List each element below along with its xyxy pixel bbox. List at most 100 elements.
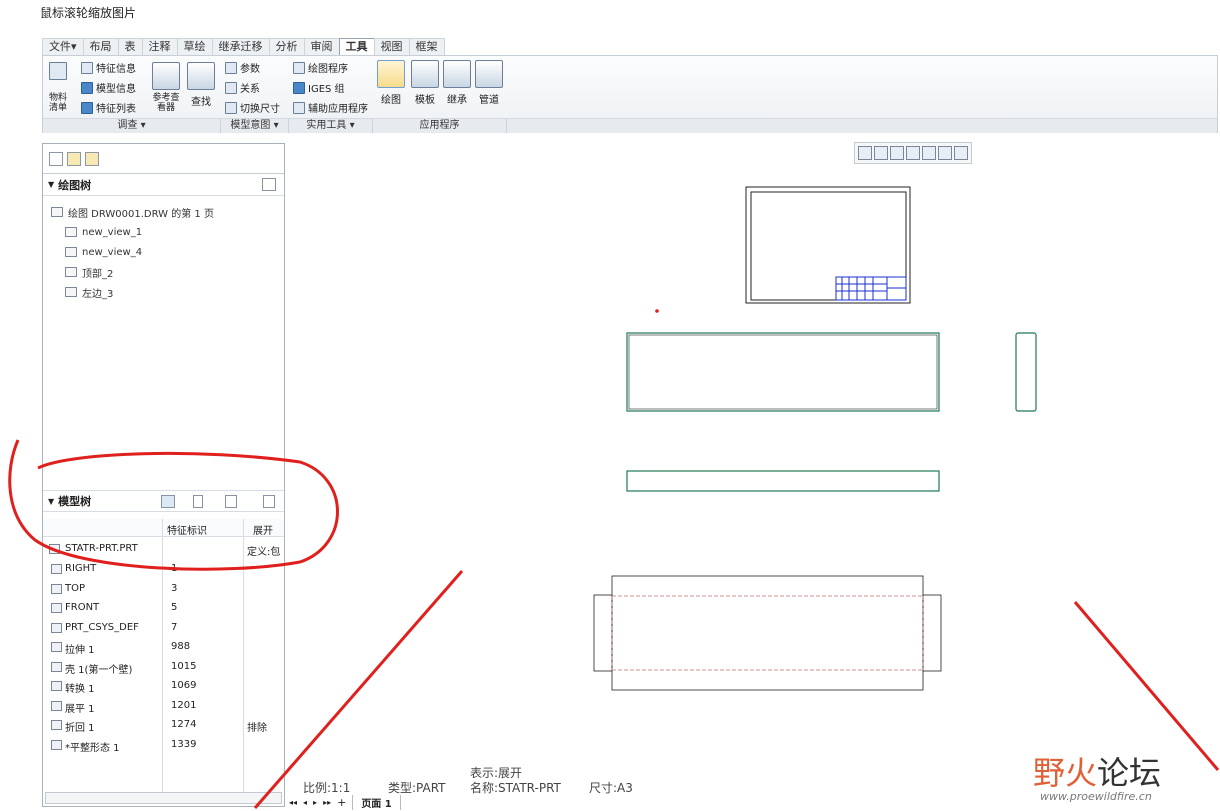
side-view[interactable]: [1015, 332, 1037, 412]
tab-analysis[interactable]: 分析: [268, 38, 305, 55]
show-icon[interactable]: [161, 495, 175, 508]
horizontal-scrollbar[interactable]: [45, 792, 282, 804]
next-page-icon[interactable]: ▸: [313, 798, 317, 807]
aux-apps-button[interactable]: 辅助应用程序: [293, 100, 368, 115]
aux-apps-icon: [293, 101, 305, 114]
page-tab[interactable]: 页面 1: [352, 794, 401, 810]
tab-review[interactable]: 审阅: [303, 38, 340, 55]
tab-sketch[interactable]: 草绘: [176, 38, 213, 55]
add-page-icon[interactable]: +: [337, 796, 346, 809]
projection-view-icon: [65, 287, 77, 297]
feature-name: TOP: [65, 582, 86, 594]
tab-frame[interactable]: 框架: [408, 38, 445, 55]
model-tree-row[interactable]: 折回 1 1274 排除: [43, 715, 284, 735]
feature-id: 1201: [171, 699, 197, 711]
feature-info-label: 特征信息: [96, 64, 136, 75]
drawing-canvas[interactable]: 比例:1:1 类型:PART 表示:展开 名称:STATR-PRT 尺寸:A3: [287, 138, 1220, 807]
tree-settings-icon[interactable]: [262, 178, 276, 191]
scale-readout: 比例:1:1: [303, 781, 351, 795]
tree-columns-icon[interactable]: [225, 495, 237, 508]
prev-page-icon[interactable]: ◂: [303, 798, 307, 807]
tab-view[interactable]: 视图: [373, 38, 410, 55]
group-investigate[interactable]: 调查 ▾: [43, 119, 221, 133]
model-tree-row[interactable]: RIGHT 1: [43, 559, 284, 579]
favorites-tab-icon[interactable]: [85, 151, 99, 166]
model-info-button[interactable]: 模型信息: [81, 80, 136, 95]
feature-list-icon: [81, 101, 93, 114]
bom-button[interactable]: 物料 清单: [49, 62, 67, 113]
relations-button[interactable]: 关系: [225, 80, 260, 95]
template-label: 模板: [415, 95, 435, 106]
tree-settings-icon[interactable]: [193, 495, 203, 508]
ribbon-tabs: 文件▾ 布局 表 注释 草绘 继承迁移 分析 审阅 工具 视图 框架: [42, 38, 445, 55]
model-tree-row[interactable]: *平整形态 1 1339: [43, 735, 284, 755]
model-tree-row[interactable]: TOP 3: [43, 579, 284, 599]
tab-legacy-migration[interactable]: 继承迁移: [211, 38, 270, 55]
column-expand[interactable]: 展开: [253, 522, 273, 537]
model-tree-row[interactable]: 拉伸 1 988: [43, 637, 284, 657]
tab-tools[interactable]: 工具: [338, 38, 375, 55]
find-button[interactable]: 查找: [187, 62, 215, 108]
type-readout: 类型:PART: [388, 781, 446, 795]
folder-browser-tab-icon[interactable]: [67, 151, 81, 166]
relations-label: 关系: [240, 84, 260, 95]
drawing-tree-item-label: 绘图 DRW0001.DRW 的第 1 页: [68, 208, 214, 220]
feature-name: *平整形态 1: [65, 742, 120, 754]
model-tree-row[interactable]: PRT_CSYS_DEF 7: [43, 618, 284, 638]
ribbon-group-labels: 调查 ▾ 模型意图 ▾ 实用工具 ▾ 应用程序: [43, 118, 1217, 133]
reference-viewer-button[interactable]: 参考查看器: [149, 62, 183, 113]
drawing-tree-item[interactable]: new_view_4: [51, 242, 284, 262]
model-tree-row[interactable]: 转换 1 1069: [43, 676, 284, 696]
inherit-button[interactable]: 继承: [443, 60, 471, 106]
drawing-app-icon: [377, 60, 405, 88]
model-tree-root[interactable]: STATR-PRT.PRT 定义:包: [43, 539, 284, 559]
parameters-label: 参数: [240, 64, 260, 75]
model-tree-row[interactable]: 壳 1(第一个壁) 1015: [43, 657, 284, 677]
drawing-tree-item[interactable]: 绘图 DRW0001.DRW 的第 1 页: [51, 202, 284, 222]
model-tree-header[interactable]: ▼ 模型树: [43, 490, 284, 512]
drawing-tree-item[interactable]: 左边_3: [51, 282, 284, 302]
tree-filter-icon[interactable]: [263, 495, 275, 508]
template-button[interactable]: 模板: [411, 60, 439, 106]
front-view[interactable]: [626, 332, 940, 412]
projection-view-icon: [65, 267, 77, 277]
ribbon: 物料 清单 特征信息 模型信息 特征列表 参考查看器 查找 参数 关系 切换尺寸…: [42, 55, 1218, 133]
feature-id: 1339: [171, 738, 197, 750]
feature-list-button[interactable]: 特征列表: [81, 100, 136, 115]
flat-pattern-view[interactable]: [593, 575, 942, 691]
switch-dims-icon: [225, 101, 237, 114]
tab-annotate[interactable]: 注释: [141, 38, 178, 55]
feature-icon: [51, 739, 62, 750]
model-tree-row[interactable]: FRONT 5: [43, 598, 284, 618]
drawing-tree-item[interactable]: 顶部_2: [51, 262, 284, 282]
drawing-tree-item-label: 左边_3: [82, 288, 114, 300]
piping-button[interactable]: 管道: [475, 60, 503, 106]
switch-dims-button[interactable]: 切换尺寸: [225, 100, 280, 115]
feature-id: 1015: [171, 660, 197, 672]
drawing-tree-item[interactable]: new_view_1: [51, 222, 284, 242]
model-tree-tab-icon[interactable]: [49, 151, 63, 166]
tab-layout[interactable]: 布局: [82, 38, 119, 55]
feature-info-button[interactable]: 特征信息: [81, 60, 136, 75]
watermark-url: www.proewildfire.cn: [1040, 790, 1152, 803]
drawing-program-button[interactable]: 绘图程序: [293, 60, 348, 75]
iges-group-button[interactable]: IGES 组: [293, 80, 345, 95]
first-page-icon[interactable]: ◂◂: [289, 798, 297, 807]
parameters-button[interactable]: 参数: [225, 60, 260, 75]
model-tree-row[interactable]: 展平 1 1201: [43, 696, 284, 716]
tab-table[interactable]: 表: [117, 38, 143, 55]
group-applications: 应用程序: [373, 119, 507, 133]
find-label: 查找: [191, 97, 211, 108]
drawing-tree-header[interactable]: ▼ 绘图树: [43, 174, 284, 196]
tab-file[interactable]: 文件▾: [42, 38, 84, 55]
iges-group-label: IGES 组: [308, 84, 345, 95]
column-feature-id[interactable]: 特征标识: [167, 522, 207, 537]
drawing-app-button[interactable]: 绘图: [377, 60, 405, 106]
bom-label: 物料 清单: [49, 93, 68, 113]
top-view[interactable]: [626, 470, 940, 492]
group-model-intent[interactable]: 模型意图 ▾: [221, 119, 289, 133]
reference-viewer-label: 参考查看器: [152, 93, 180, 113]
group-utilities[interactable]: 实用工具 ▾: [289, 119, 373, 133]
last-page-icon[interactable]: ▸▸: [323, 798, 331, 807]
drawing-tree: 绘图 DRW0001.DRW 的第 1 页 new_view_1 new_vie…: [43, 196, 284, 302]
